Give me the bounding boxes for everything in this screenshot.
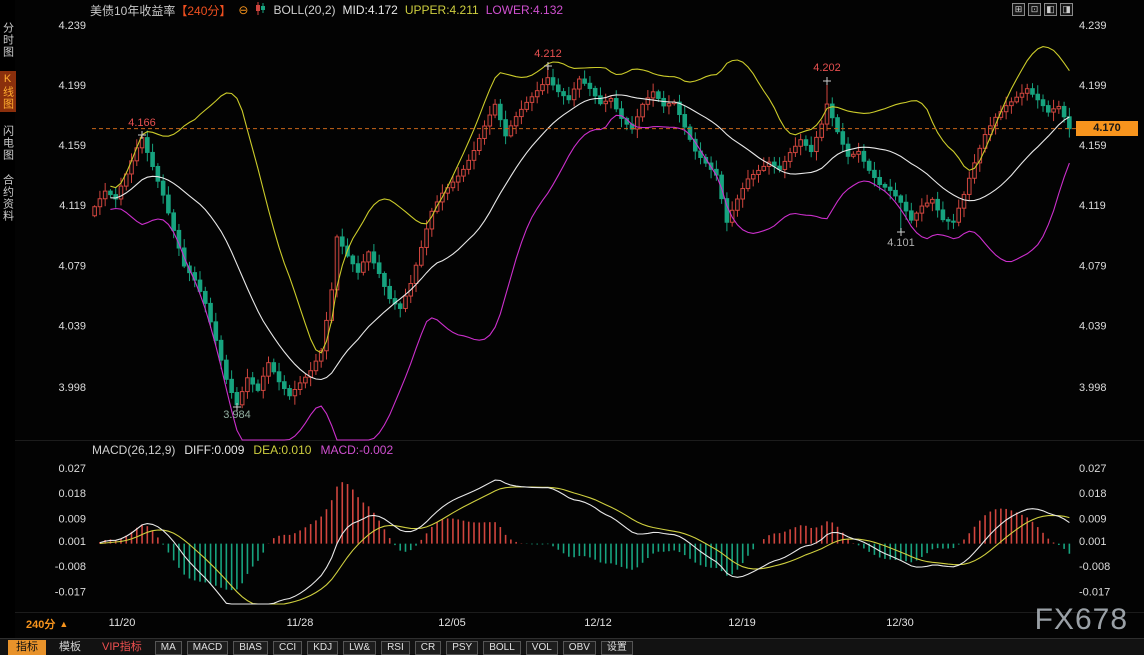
indicator-button-ma[interactable]: MA (155, 641, 182, 655)
svg-text:4.079: 4.079 (58, 260, 86, 272)
macd-header: MACD(26,12,9) DIFF:0.009 DEA:0.010 MACD:… (92, 443, 393, 457)
svg-text:4.119: 4.119 (59, 200, 86, 212)
indicator-button-rsi[interactable]: RSI (381, 641, 410, 655)
svg-text:0.027: 0.027 (58, 463, 86, 475)
svg-text:12/12: 12/12 (584, 617, 612, 629)
period-label: 【240分】 (175, 4, 231, 18)
indicator-button-cci[interactable]: CCI (273, 641, 302, 655)
window-controls: ⊞⊡◧◨ (1012, 3, 1073, 16)
svg-text:3.998: 3.998 (1079, 382, 1107, 394)
svg-text:-0.008: -0.008 (55, 561, 86, 573)
indicator-toolbar: 指标模板 VIP指标 MA MACD BIAS CCI KDJ LW&RSI CR PSY BOLL… (0, 638, 1144, 655)
svg-text:4.239: 4.239 (1079, 20, 1107, 32)
svg-text:4.159: 4.159 (58, 140, 86, 152)
page-title: 美债10年收益率【240分】 (90, 2, 231, 19)
chart-type-sidebar: 分时图 K线图闪电图合约资料 (0, 0, 15, 638)
svg-text:4.166: 4.166 (128, 117, 156, 129)
svg-text:4.039: 4.039 (58, 320, 86, 332)
svg-text:4.202: 4.202 (813, 62, 841, 74)
boll-indicator-name: BOLL(20,2) (273, 3, 335, 17)
layout-right-icon[interactable]: ◨ (1060, 3, 1073, 16)
svg-text:12/05: 12/05 (438, 617, 466, 629)
indicator-button-boll[interactable]: BOLL (483, 641, 521, 655)
svg-text:0.001: 0.001 (58, 536, 86, 548)
svg-text:-0.017: -0.017 (55, 586, 86, 598)
tab-indicators[interactable]: 指标 (8, 640, 46, 655)
svg-text:12/19: 12/19 (728, 617, 756, 629)
app-window: 分时图 K线图闪电图合约资料 美债10年收益率【240分】 ⊖ BOLL(20,2… (0, 0, 1144, 655)
svg-text:4.199: 4.199 (1079, 80, 1107, 92)
indicator-button-macd[interactable]: MACD (187, 641, 228, 655)
layout-left-icon[interactable]: ◧ (1044, 3, 1057, 16)
indicator-button-lw[interactable]: LW& (343, 641, 376, 655)
main-chart-canvas[interactable]: 4.239 4.239 4.199 4.199 4.159 4.159 4.119 4.119… (0, 0, 1144, 655)
timeframe-label: 240分 (26, 616, 55, 632)
chart-header: 美债10年收益率【240分】 ⊖ BOLL(20,2) MID:4.172 UP… (90, 3, 563, 17)
current-price-tag: 4.170 (1076, 121, 1138, 136)
tab-vip-indicators[interactable]: VIP指标 (94, 640, 150, 655)
svg-text:4.119: 4.119 (1079, 200, 1106, 212)
macd-indicator-name: MACD(26,12,9) (92, 443, 175, 457)
svg-text:0.001: 0.001 (1079, 536, 1107, 548)
svg-text:11/20: 11/20 (109, 617, 136, 629)
sidebar-item-contract-info[interactable]: 合约资料 (0, 174, 16, 222)
indicator-button-cr[interactable]: CR (415, 641, 441, 655)
timeframe-selector[interactable]: 240分 ▲ (26, 616, 68, 632)
svg-text:4.239: 4.239 (58, 20, 86, 32)
svg-text:0.027: 0.027 (1079, 463, 1107, 475)
candlestick-icon (255, 2, 266, 18)
indicator-button-psy[interactable]: PSY (446, 641, 478, 655)
svg-text:3.998: 3.998 (58, 382, 86, 394)
boll-upper-value: UPPER:4.211 (405, 3, 479, 17)
macd-dea-value: DEA:0.010 (253, 443, 311, 457)
svg-text:4.079: 4.079 (1079, 260, 1107, 272)
svg-text:0.018: 0.018 (1079, 488, 1107, 500)
svg-text:-0.008: -0.008 (1079, 561, 1110, 573)
svg-text:12/30: 12/30 (886, 617, 914, 629)
expand-up-icon: ▲ (59, 619, 68, 629)
boll-lower-value: LOWER:4.132 (486, 3, 563, 17)
macd-diff-value: DIFF:0.009 (184, 443, 244, 457)
svg-text:0.009: 0.009 (58, 513, 86, 525)
sidebar-item-kline-chart[interactable]: K线图 (0, 71, 16, 112)
macd-bar-value: MACD:-0.002 (320, 443, 393, 457)
sidebar-item-timeshare-chart[interactable]: 分时图 (0, 22, 16, 58)
svg-text:4.212: 4.212 (534, 48, 562, 60)
layout-grid-icon[interactable]: ⊞ (1012, 3, 1025, 16)
svg-text:4.039: 4.039 (1079, 320, 1107, 332)
watermark-logo: FX678 (1035, 603, 1128, 637)
sidebar-item-lightning-chart[interactable]: 闪电图 (0, 125, 16, 161)
indicator-button-bias[interactable]: BIAS (233, 641, 268, 655)
collapse-indicator-icon[interactable]: ⊖ (238, 3, 248, 17)
svg-text:4.159: 4.159 (1079, 140, 1107, 152)
indicator-button-kdj[interactable]: KDJ (307, 641, 338, 655)
svg-text:4.101: 4.101 (887, 237, 915, 249)
instrument-title: 美债10年收益率 (90, 4, 175, 18)
tab-templates[interactable]: 模板 (51, 640, 89, 655)
indicator-button-obv[interactable]: OBV (563, 641, 596, 655)
svg-text:0.018: 0.018 (58, 488, 86, 500)
boll-mid-value: MID:4.172 (343, 3, 398, 17)
svg-text:4.199: 4.199 (58, 80, 86, 92)
svg-text:11/28: 11/28 (287, 617, 314, 629)
svg-text:-0.017: -0.017 (1079, 586, 1110, 598)
layout-single-icon[interactable]: ⊡ (1028, 3, 1041, 16)
settings-button[interactable]: 设置 (601, 641, 633, 655)
indicator-button-vol[interactable]: VOL (526, 641, 558, 655)
svg-text:0.009: 0.009 (1079, 513, 1107, 525)
